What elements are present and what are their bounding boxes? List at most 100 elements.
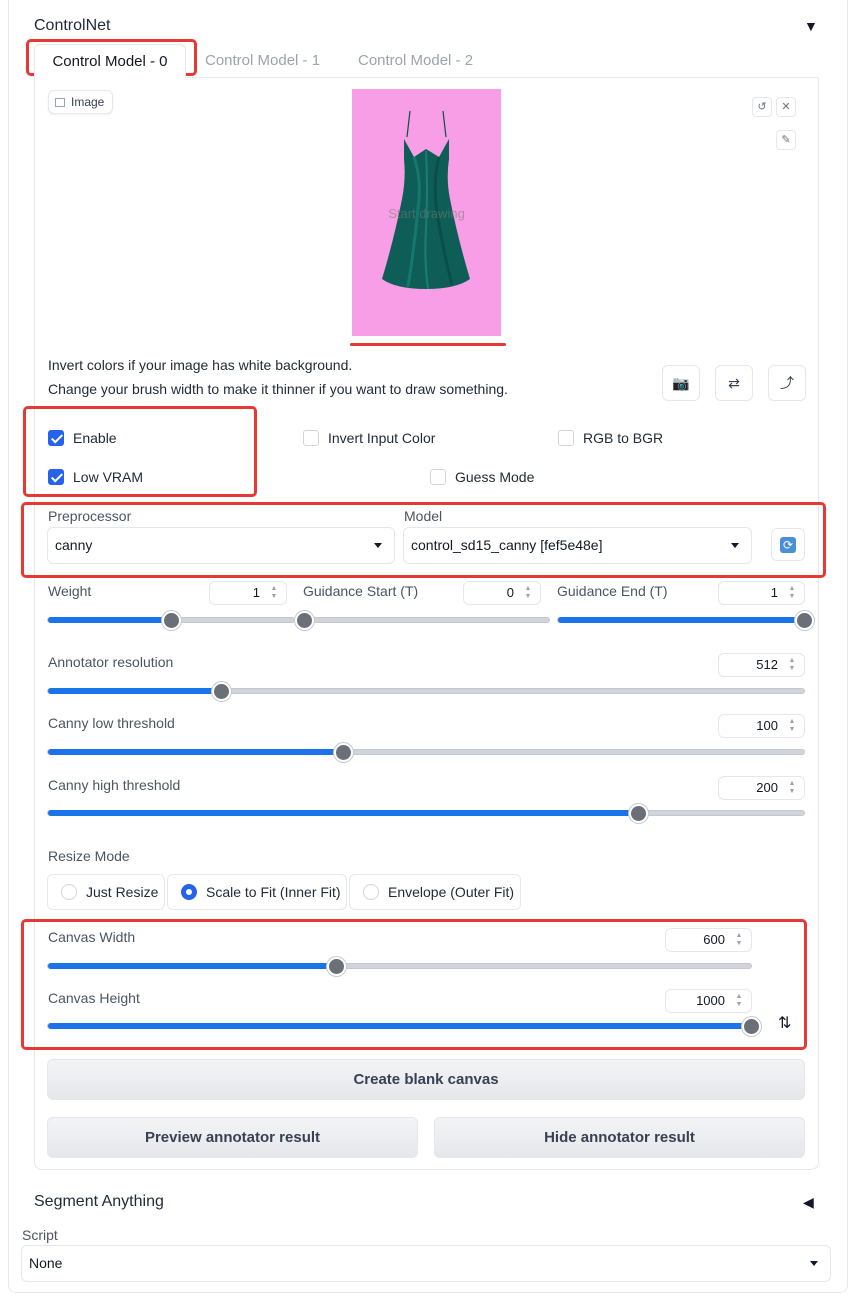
guess-mode-checkbox[interactable]: Guess Mode	[430, 469, 534, 485]
enable-checkbox-box[interactable]	[48, 430, 64, 446]
invert-input-color-box[interactable]	[303, 430, 319, 446]
stepper-icon[interactable]: ▲ ▼	[732, 932, 746, 948]
weight-slider[interactable]	[47, 611, 295, 630]
radio-envelope-label: Envelope (Outer Fit)	[388, 884, 515, 900]
weight-input[interactable]: 1 ▲ ▼	[209, 581, 287, 605]
tab-control-model-1[interactable]: Control Model - 1	[189, 44, 336, 78]
annotator-resolution-slider-fill	[48, 688, 222, 694]
resize-mode-label: Resize Mode	[48, 848, 130, 864]
radio-scale-to-fit[interactable]: Scale to Fit (Inner Fit)	[167, 874, 347, 910]
hint-invert-colors: Invert colors if your image has white ba…	[48, 357, 353, 373]
refresh-models-button[interactable]: ⟳	[771, 528, 805, 561]
stepper-icon[interactable]: ▲ ▼	[785, 585, 799, 601]
guidance-start-slider[interactable]	[295, 611, 550, 630]
canvas-width-slider-fill	[48, 963, 337, 969]
canvas-height-slider-fill	[48, 1023, 753, 1029]
radio-scale-to-fit-dot[interactable]	[181, 884, 197, 900]
camera-icon[interactable]: 📷	[662, 365, 700, 401]
canvas-width-value: 600	[703, 932, 725, 947]
radio-envelope-dot[interactable]	[363, 884, 379, 900]
canny-high-input[interactable]: 200 ▲ ▼	[718, 776, 805, 800]
model-label: Model	[404, 508, 443, 524]
guidance-start-value: 0	[506, 585, 514, 600]
radio-just-resize[interactable]: Just Resize	[47, 874, 165, 910]
stepper-icon[interactable]: ▲ ▼	[785, 780, 799, 796]
preprocessor-value: canny	[55, 537, 93, 553]
start-drawing-overlay: Start drawing	[388, 206, 465, 221]
canny-low-slider-handle[interactable]	[334, 743, 353, 762]
radio-scale-to-fit-label: Scale to Fit (Inner Fit)	[206, 884, 341, 900]
annotator-resolution-input[interactable]: 512 ▲ ▼	[718, 653, 805, 677]
swap-vertical-icon[interactable]: ⇅	[778, 1013, 791, 1033]
controlnet-title[interactable]: ControlNet	[34, 17, 110, 35]
weight-slider-handle[interactable]	[162, 611, 181, 630]
close-icon[interactable]: ✕	[776, 97, 796, 117]
tab-control-model-0[interactable]: Control Model - 0	[34, 44, 186, 78]
canny-low-label: Canny low threshold	[48, 715, 175, 731]
annotator-resolution-slider[interactable]	[47, 682, 805, 701]
canvas-width-slider[interactable]	[47, 957, 752, 976]
create-blank-canvas-button[interactable]: Create blank canvas	[47, 1059, 805, 1100]
model-select[interactable]: control_sd15_canny [fef5e48e]	[403, 527, 752, 564]
annotator-resolution-value: 512	[756, 657, 778, 672]
canny-low-slider-fill	[48, 749, 344, 755]
canvas-height-slider-handle[interactable]	[742, 1017, 761, 1036]
controlnet-collapse-icon[interactable]: ▼	[804, 18, 818, 34]
stepper-icon[interactable]: ▲ ▼	[785, 718, 799, 734]
guess-mode-box[interactable]	[430, 469, 446, 485]
canny-low-slider[interactable]	[47, 743, 805, 762]
script-value: None	[29, 1255, 63, 1271]
chevron-down-icon	[731, 543, 739, 548]
image-icon	[55, 97, 65, 107]
radio-just-resize-label: Just Resize	[86, 884, 159, 900]
script-select[interactable]: None	[21, 1245, 831, 1282]
guidance-end-slider-handle[interactable]	[795, 611, 814, 630]
canny-low-input[interactable]: 100 ▲ ▼	[718, 714, 805, 738]
swap-icon[interactable]: ⇄	[715, 365, 753, 401]
canvas-height-label: Canvas Height	[48, 990, 140, 1006]
rgb-to-bgr-box[interactable]	[558, 430, 574, 446]
preprocessor-select[interactable]: canny	[47, 527, 395, 564]
guess-mode-label: Guess Mode	[455, 469, 535, 485]
annotator-resolution-slider-handle[interactable]	[212, 682, 231, 701]
send-icon[interactable]: ⤴	[768, 365, 806, 401]
guidance-start-slider-handle[interactable]	[295, 611, 314, 630]
stepper-icon[interactable]: ▲ ▼	[521, 585, 535, 601]
invert-input-color-checkbox[interactable]: Invert Input Color	[303, 430, 435, 446]
canny-high-slider-handle[interactable]	[629, 804, 648, 823]
guidance-end-slider[interactable]	[557, 611, 814, 630]
preprocessor-label: Preprocessor	[48, 508, 132, 524]
canvas-height-slider[interactable]	[47, 1017, 761, 1036]
canny-high-label: Canny high threshold	[48, 777, 181, 793]
stepper-icon[interactable]: ▲ ▼	[785, 657, 799, 673]
radio-envelope[interactable]: Envelope (Outer Fit)	[349, 874, 521, 910]
image-label-text: Image	[71, 95, 105, 109]
enable-checkbox[interactable]: Enable	[48, 430, 117, 446]
image-canvas[interactable]: Start drawing	[352, 89, 501, 336]
canvas-width-input[interactable]: 600 ▲ ▼	[665, 928, 752, 952]
hint-brush-width: Change your brush width to make it thinn…	[48, 381, 508, 397]
radio-just-resize-dot[interactable]	[61, 884, 77, 900]
undo-icon[interactable]: ↺	[752, 97, 772, 117]
preview-annotator-button[interactable]: Preview annotator result	[47, 1117, 418, 1158]
stepper-icon[interactable]: ▲ ▼	[267, 585, 281, 601]
stepper-icon[interactable]: ▲ ▼	[732, 993, 746, 1009]
low-vram-box[interactable]	[48, 469, 64, 485]
guidance-end-slider-fill	[558, 617, 806, 623]
canny-high-value: 200	[756, 780, 778, 795]
hide-annotator-button[interactable]: Hide annotator result	[434, 1117, 805, 1158]
brush-icon[interactable]: ✎	[776, 130, 796, 150]
segment-anything-title[interactable]: Segment Anything	[34, 1193, 164, 1211]
canny-high-slider-fill	[48, 810, 639, 816]
segment-anything-expand-icon[interactable]: ◀	[803, 1194, 814, 1211]
weight-value: 1	[252, 585, 260, 600]
canvas-width-slider-handle[interactable]	[327, 957, 346, 976]
canny-high-slider[interactable]	[47, 804, 805, 823]
low-vram-checkbox[interactable]: Low VRAM	[48, 469, 143, 485]
guidance-end-input[interactable]: 1 ▲ ▼	[718, 581, 805, 605]
guidance-start-input[interactable]: 0 ▲ ▼	[463, 581, 541, 605]
canvas-height-input[interactable]: 1000 ▲ ▼	[665, 989, 752, 1013]
invert-input-color-label: Invert Input Color	[328, 430, 436, 446]
rgb-to-bgr-checkbox[interactable]: RGB to BGR	[558, 430, 663, 446]
tab-control-model-2[interactable]: Control Model - 2	[342, 44, 489, 78]
